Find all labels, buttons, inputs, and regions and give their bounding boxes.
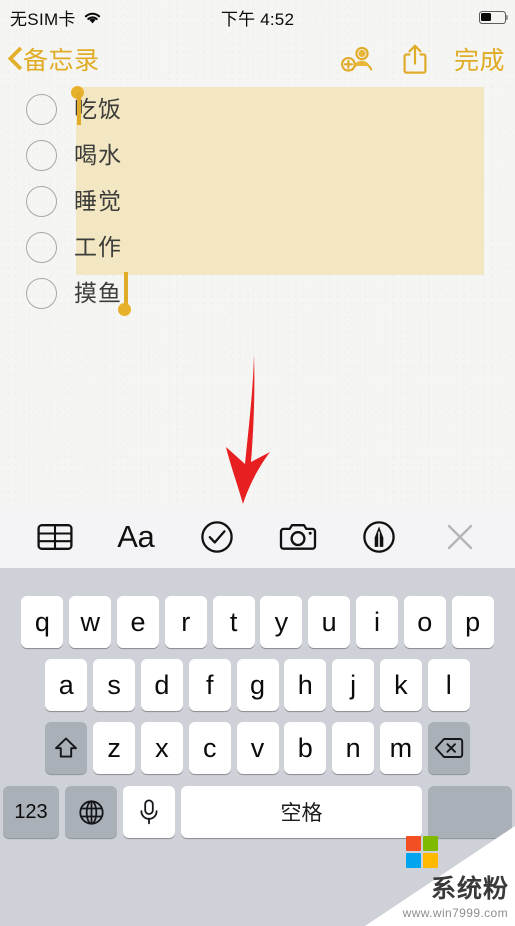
key-a[interactable]: a <box>45 659 88 711</box>
selection-end-caret <box>124 272 128 306</box>
table-button[interactable] <box>26 513 84 561</box>
key-r[interactable]: r <box>164 596 207 648</box>
note-body[interactable]: 吃饭 喝水 睡觉 工作 摸鱼 <box>0 84 515 506</box>
key-c[interactable]: c <box>188 722 231 774</box>
key-n[interactable]: n <box>332 722 375 774</box>
key-o[interactable]: o <box>403 596 446 648</box>
checklist-icon <box>201 521 233 553</box>
key-k[interactable]: k <box>379 659 422 711</box>
battery-icon <box>479 10 509 24</box>
list-item-label: 喝水 <box>74 141 122 168</box>
globe-icon <box>78 799 104 825</box>
status-bar: 无SIM卡 下午 4:52 <box>0 0 515 34</box>
key-e[interactable]: e <box>117 596 159 648</box>
status-bar-clock: 下午 4:52 <box>220 9 295 29</box>
key-i[interactable]: i <box>355 596 398 648</box>
list-item[interactable]: 工作 <box>0 224 515 270</box>
table-icon <box>37 524 73 550</box>
shift-key[interactable] <box>45 722 88 774</box>
checkbox[interactable] <box>26 231 57 263</box>
camera-button[interactable] <box>269 513 327 561</box>
back-button-label: 备忘录 <box>23 47 100 75</box>
chevron-left-icon <box>8 47 21 71</box>
key-u[interactable]: u <box>308 596 351 648</box>
list-item[interactable]: 摸鱼 <box>0 270 515 316</box>
key-z[interactable]: z <box>93 722 136 774</box>
markup-pen-icon <box>363 521 395 553</box>
add-person-icon[interactable] <box>340 44 376 74</box>
key-y[interactable]: y <box>260 596 303 648</box>
back-button[interactable]: 备忘录 <box>8 41 100 77</box>
key-j[interactable]: j <box>332 659 375 711</box>
backspace-icon <box>434 738 463 758</box>
shift-icon <box>55 737 78 758</box>
format-button[interactable]: Aa <box>107 513 165 561</box>
checkbox[interactable] <box>26 277 57 309</box>
return-key[interactable] <box>428 786 512 838</box>
key-l[interactable]: l <box>427 659 470 711</box>
done-button[interactable]: 完成 <box>454 41 505 77</box>
key-s[interactable]: s <box>93 659 136 711</box>
key-x[interactable]: x <box>140 722 183 774</box>
selection-end-handle[interactable] <box>118 303 131 316</box>
list-item[interactable]: 喝水 <box>0 132 515 178</box>
key-f[interactable]: f <box>188 659 231 711</box>
keyboard-row-1: q w e r t y u i o p <box>0 596 515 648</box>
share-icon[interactable] <box>402 43 428 75</box>
keyboard-row-4: 123 空格 <box>0 786 515 838</box>
key-t[interactable]: t <box>212 596 255 648</box>
keyboard-row-3: z x c v b n m <box>0 722 515 774</box>
globe-key[interactable] <box>65 786 117 838</box>
key-g[interactable]: g <box>236 659 279 711</box>
list-item-label: 工作 <box>74 233 122 260</box>
checkbox[interactable] <box>26 93 57 125</box>
navigation-bar: 备忘录 完成 <box>0 34 515 84</box>
backspace-key[interactable] <box>427 722 470 774</box>
status-bar-right <box>479 10 509 24</box>
key-v[interactable]: v <box>236 722 279 774</box>
key-b[interactable]: b <box>284 722 327 774</box>
checklist-button[interactable] <box>188 513 246 561</box>
onscreen-keyboard: q w e r t y u i o p a s d f g h j k l z … <box>0 568 515 926</box>
selection-start-caret <box>77 92 81 125</box>
key-p[interactable]: p <box>451 596 494 648</box>
microphone-key[interactable] <box>123 786 175 838</box>
iphone-notes-screen: 无SIM卡 下午 4:52 备忘录 完成 吃饭 喝水 睡觉 工作 摸鱼 Aa q… <box>0 0 515 926</box>
key-d[interactable]: d <box>140 659 183 711</box>
close-toolbar-button[interactable] <box>431 513 489 561</box>
list-item[interactable]: 睡觉 <box>0 178 515 224</box>
key-m[interactable]: m <box>379 722 422 774</box>
checkbox[interactable] <box>26 139 57 171</box>
checkbox[interactable] <box>26 185 57 217</box>
close-icon <box>448 524 473 550</box>
key-w[interactable]: w <box>69 596 112 648</box>
key-q[interactable]: q <box>21 596 64 648</box>
space-key[interactable]: 空格 <box>181 786 422 838</box>
markup-button[interactable] <box>350 513 408 561</box>
note-format-toolbar: Aa <box>0 506 515 568</box>
camera-icon <box>279 524 317 550</box>
list-item-label: 吃饭 <box>74 95 122 122</box>
key-h[interactable]: h <box>284 659 327 711</box>
numeric-key[interactable]: 123 <box>3 786 59 838</box>
list-item-label: 摸鱼 <box>74 279 122 306</box>
microphone-icon <box>140 799 158 825</box>
format-button-label: Aa <box>117 519 155 554</box>
keyboard-row-2: a s d f g h j k l <box>0 659 515 711</box>
navigation-bar-actions: 完成 <box>340 41 505 77</box>
list-item-label: 睡觉 <box>74 187 122 214</box>
